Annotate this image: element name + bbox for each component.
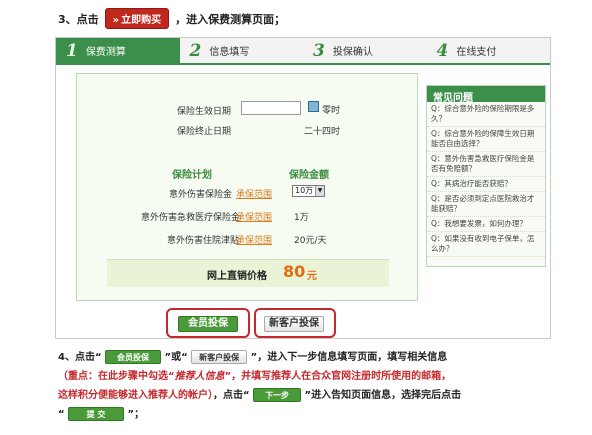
highlight-text-1: （重点：在此步骤中勾选“ — [58, 371, 175, 382]
step-4-label: 在线支付 — [456, 47, 497, 58]
referrer-info-emphasis: 推荐人信息 — [174, 371, 225, 382]
member-highlight-box: 会员投保 — [166, 308, 250, 338]
step3-instruction: 3、点击 » 立即购买 ，进入保费测算页面； — [58, 8, 285, 29]
step-2-number: 2 — [189, 40, 202, 61]
plan-header: 保险计划 — [172, 170, 212, 181]
step-1-number: 1 — [66, 40, 78, 61]
faq-sidebar: 常见问题 Q：综合意外险的保险期限是多久？ Q：综合意外险的保障生效日期能否自由… — [426, 85, 546, 267]
plan-row-2-name: 意外伤害急救医疗保险金 — [141, 213, 241, 223]
double-chevron-icon: » — [112, 15, 120, 26]
step3-prefix: 3、点击 — [58, 13, 99, 26]
step4-prefix: 4、点击“ — [58, 352, 102, 363]
buy-now-label: 立即购买 — [121, 15, 162, 26]
step-2: 2 信息填写 — [180, 38, 304, 63]
time-suffix: 零时 — [322, 106, 341, 116]
step-4: 4 在线支付 — [427, 38, 551, 63]
new-customer-inline-button[interactable]: 新客户投保 — [191, 350, 248, 364]
buy-now-button[interactable]: » 立即购买 — [104, 8, 170, 29]
submit-inline-button[interactable]: 提 交 — [68, 407, 125, 421]
step-1: 1 保费测算 — [56, 38, 180, 63]
start-date-input[interactable] — [241, 101, 301, 115]
plan-row-3-link[interactable]: 承保范围 — [236, 233, 272, 246]
step-3-number: 3 — [313, 40, 325, 61]
plan-row-3-amount: 20元/天 — [294, 236, 327, 246]
price-box: 网上直销价格 80 元 — [107, 259, 389, 287]
step-3-label: 投保确认 — [332, 47, 373, 58]
amount-header: 保险金额 — [289, 170, 329, 181]
screenshot-frame: 1 保费测算 2 信息填写 3 投保确认 4 在线支付 保险生效日期 零时 保险… — [55, 37, 551, 339]
member-insure-button[interactable]: 会员投保 — [178, 316, 238, 332]
step4-mid: ”或“ — [164, 352, 188, 363]
faq-item[interactable]: Q：我想要发票，如何办理？ — [427, 217, 545, 232]
end-date-value: 二十四时 — [304, 127, 341, 137]
price-value: 80 — [283, 262, 306, 281]
step4-instruction: 4、点击“ 会员投保 ”或“ 新客户投保 ”，进入下一步信息填写页面，填写相关信… — [58, 348, 578, 424]
plan-row-1-link[interactable]: 承保范围 — [236, 187, 272, 200]
faq-item[interactable]: Q：意外伤害急救医疗保险金是否有免赔额？ — [427, 152, 545, 177]
new-customer-highlight-box: 新客户投保 — [254, 308, 336, 338]
highlight-text-3: 这样积分便能够进入推荐人的帐户） — [58, 390, 213, 401]
plan-row-1-name: 意外伤害保险金 — [169, 190, 233, 200]
step-4-number: 4 — [436, 40, 449, 61]
faq-item[interactable]: Q：如果没有收到电子保单，怎么办？ — [427, 232, 545, 257]
plan-row-3-name: 意外伤害住院津贴 — [167, 236, 240, 246]
plan-row-2-link[interactable]: 承保范围 — [236, 210, 272, 223]
price-label: 网上直销价格 — [207, 271, 267, 282]
faq-item[interactable]: Q：是否必须到定点医院救治才能获赔？ — [427, 192, 545, 217]
faq-item[interactable]: Q：综合意外险的保障生效日期能否自由选择？ — [427, 127, 545, 152]
faq-title: 常见问题 — [427, 86, 545, 104]
calendar-icon[interactable] — [308, 101, 319, 112]
step4-line-4: “ 提 交 ”； — [58, 405, 578, 424]
start-date-label: 保险生效日期 — [177, 107, 232, 117]
next-step-inline-button[interactable]: 下一步 — [253, 388, 302, 402]
end-date-label: 保险终止日期 — [177, 127, 232, 137]
step4-line-1: 4、点击“ 会员投保 ”或“ 新客户投保 ”，进入下一步信息填写页面，填写相关信… — [58, 348, 578, 367]
step4-suffix: ”，进入下一步信息填写页面，填写相关信息 — [250, 352, 448, 363]
step-3: 3 投保确认 — [303, 38, 427, 63]
step-1-label: 保费测算 — [85, 47, 126, 58]
step4-tail-1: ，点击“ — [213, 390, 250, 401]
faq-item[interactable]: Q：综合意外险的保险期限是多久？ — [427, 102, 545, 127]
step4-line-2: （重点：在此步骤中勾选“推荐人信息”，并填写推荐人在合众官网注册时所使用的邮箱， — [58, 367, 578, 386]
step-progress-bar: 1 保费测算 2 信息填写 3 投保确认 4 在线支付 — [56, 38, 550, 65]
chevron-down-icon: ▼ — [315, 186, 324, 196]
new-customer-insure-button[interactable]: 新客户投保 — [264, 316, 324, 332]
step3-suffix: ，进入保费测算页面； — [175, 13, 286, 26]
premium-calc-form: 保险生效日期 零时 保险终止日期 二十四时 保险计划 保险金额 意外伤害保险金 … — [76, 73, 418, 301]
plan-row-2-amount: 1万 — [294, 213, 309, 223]
step-2-label: 信息填写 — [209, 47, 250, 58]
faq-item[interactable]: Q：其病治疗能否获赔？ — [427, 177, 545, 192]
amount-select[interactable]: 10万 ▼ — [292, 185, 325, 197]
amount-select-value: 10万 — [295, 186, 314, 195]
price-unit: 元 — [307, 271, 317, 282]
step4-line-3: 这样积分便能够进入推荐人的帐户），点击“ 下一步 ”进入告知页面信息，选择完后点… — [58, 386, 578, 405]
step4-open-quote: “ — [58, 409, 65, 420]
highlight-text-2: ”，并填写推荐人在合众官网注册时所使用的邮箱， — [224, 371, 452, 382]
step4-tail-2: ”进入告知页面信息，选择完后点击 — [304, 390, 462, 401]
member-insure-inline-button[interactable]: 会员投保 — [105, 350, 162, 364]
step4-close-quote: ”； — [127, 409, 145, 420]
